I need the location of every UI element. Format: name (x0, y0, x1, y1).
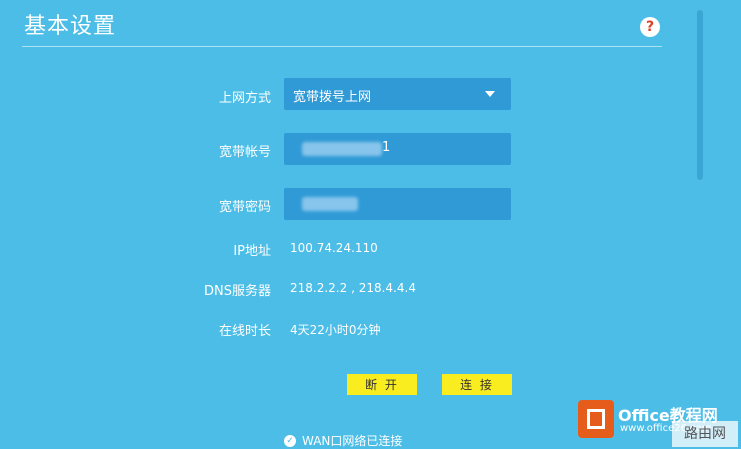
watermark-corner: 路由网 (672, 421, 738, 447)
dns-label: DNS服务器 (204, 284, 271, 299)
connection-type-value: 宽带拨号上网 (293, 90, 372, 105)
account-blurred-value (302, 142, 382, 156)
connection-type-label: 上网方式 (218, 91, 271, 106)
dns-value: 218.2.2.2 , 218.4.4.4 (290, 281, 416, 295)
help-icon[interactable]: ? (640, 17, 660, 37)
password-input[interactable] (284, 188, 511, 220)
chevron-down-icon (485, 91, 495, 97)
password-label: 宽带密码 (218, 200, 271, 215)
ip-value: 100.74.24.110 (290, 241, 378, 255)
connection-type-select[interactable]: 宽带拨号上网 (284, 78, 511, 110)
account-value-tail: 1 (382, 140, 391, 155)
title-divider (22, 46, 662, 47)
ip-label: IP地址 (233, 244, 271, 259)
account-input[interactable]: 1 (284, 133, 511, 165)
account-label: 宽带帐号 (218, 145, 271, 160)
office-logo-icon (578, 400, 614, 438)
uptime-label: 在线时长 (218, 324, 271, 339)
uptime-value: 4天22小时0分钟 (290, 323, 381, 337)
page-title: 基本设置 (24, 14, 117, 39)
wan-status-text: WAN口网络已连接 (302, 434, 403, 448)
wan-status: ✓ WAN口网络已连接 (284, 432, 402, 449)
check-circle-icon: ✓ (284, 434, 296, 447)
connect-button[interactable]: 连 接 (442, 374, 512, 395)
scrollbar-thumb[interactable] (697, 10, 703, 180)
disconnect-button[interactable]: 断 开 (347, 374, 417, 395)
password-blurred-value (302, 197, 358, 211)
